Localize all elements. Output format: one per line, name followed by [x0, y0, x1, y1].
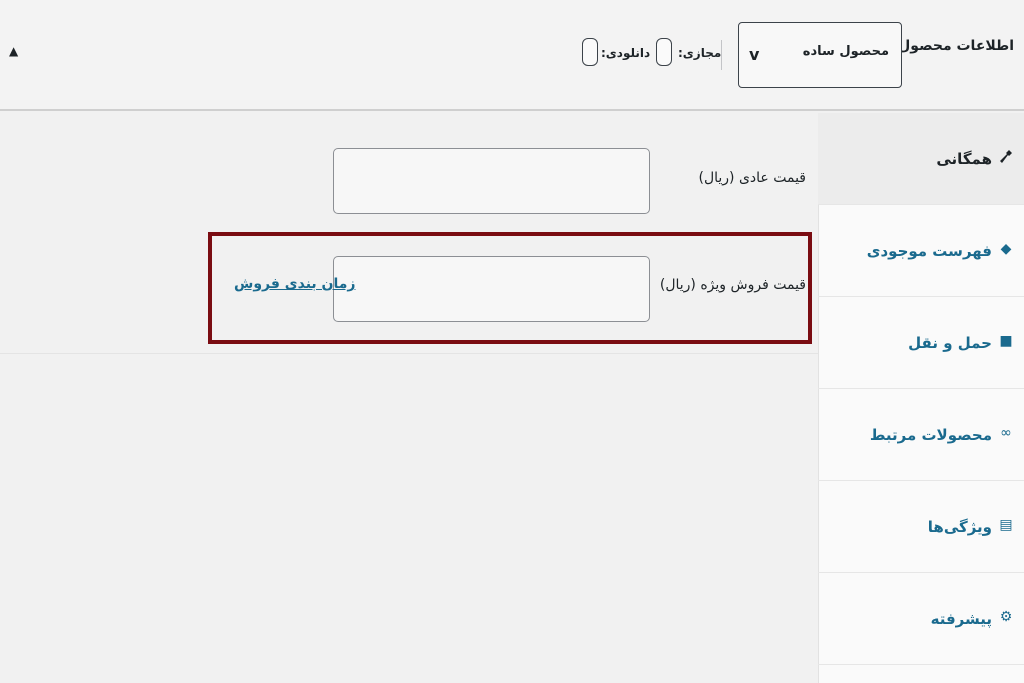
- gear-icon: ⚙: [999, 609, 1013, 625]
- product-type-select[interactable]: محصول ساده v: [738, 22, 902, 88]
- product-data-header: اطلاعات محصول — محصول ساده v مجازی: دانل…: [0, 0, 1024, 111]
- sale-price-input[interactable]: [333, 256, 650, 322]
- tab-general[interactable]: همگانی: [818, 113, 1024, 205]
- chevron-down-icon: v: [749, 45, 760, 64]
- link-icon: ∞: [1000, 425, 1012, 441]
- tab-label-attributes: ویژگی‌ها: [927, 518, 992, 536]
- regular-price-input[interactable]: [333, 148, 650, 214]
- wrench-icon: [998, 149, 1014, 165]
- tab-advanced[interactable]: ⚙ پیشرفته: [818, 573, 1024, 665]
- virtual-label: مجازی:: [678, 46, 722, 60]
- section-divider: [0, 353, 818, 354]
- tab-linked-products[interactable]: ∞ محصولات مرتبط: [818, 389, 1024, 481]
- sale-price-label: قیمت فروش ویژه (ریال): [659, 277, 806, 293]
- tab-label-advanced: پیشرفته: [930, 610, 992, 628]
- tab-label-shipping: حمل و نقل: [908, 334, 992, 352]
- list-icon: ▤: [999, 517, 1013, 533]
- product-data-tabs: همگانی ◆ فهرست موجودی ■ حمل و نقل ∞ محصو…: [818, 113, 1024, 683]
- collapse-toggle-icon[interactable]: ▲: [9, 44, 18, 58]
- tab-label-linked-products: محصولات مرتبط: [869, 426, 992, 444]
- downloadable-checkbox[interactable]: [582, 38, 598, 66]
- product-type-value: محصول ساده: [802, 44, 889, 59]
- downloadable-label: دانلودی:: [601, 46, 651, 60]
- truck-icon: ■: [999, 333, 1013, 349]
- diamond-icon: ◆: [1000, 241, 1012, 257]
- tab-inventory[interactable]: ◆ فهرست موجودی: [818, 205, 1024, 297]
- tab-attributes[interactable]: ▤ ویژگی‌ها: [818, 481, 1024, 573]
- tab-label-inventory: فهرست موجودی: [866, 242, 992, 260]
- virtual-checkbox[interactable]: [656, 38, 672, 66]
- tab-label-general: همگانی: [936, 150, 992, 168]
- regular-price-label: قیمت عادی (ریال): [698, 170, 807, 186]
- tab-shipping[interactable]: ■ حمل و نقل: [818, 297, 1024, 389]
- schedule-sale-link[interactable]: زمان بندی فروش: [234, 276, 355, 292]
